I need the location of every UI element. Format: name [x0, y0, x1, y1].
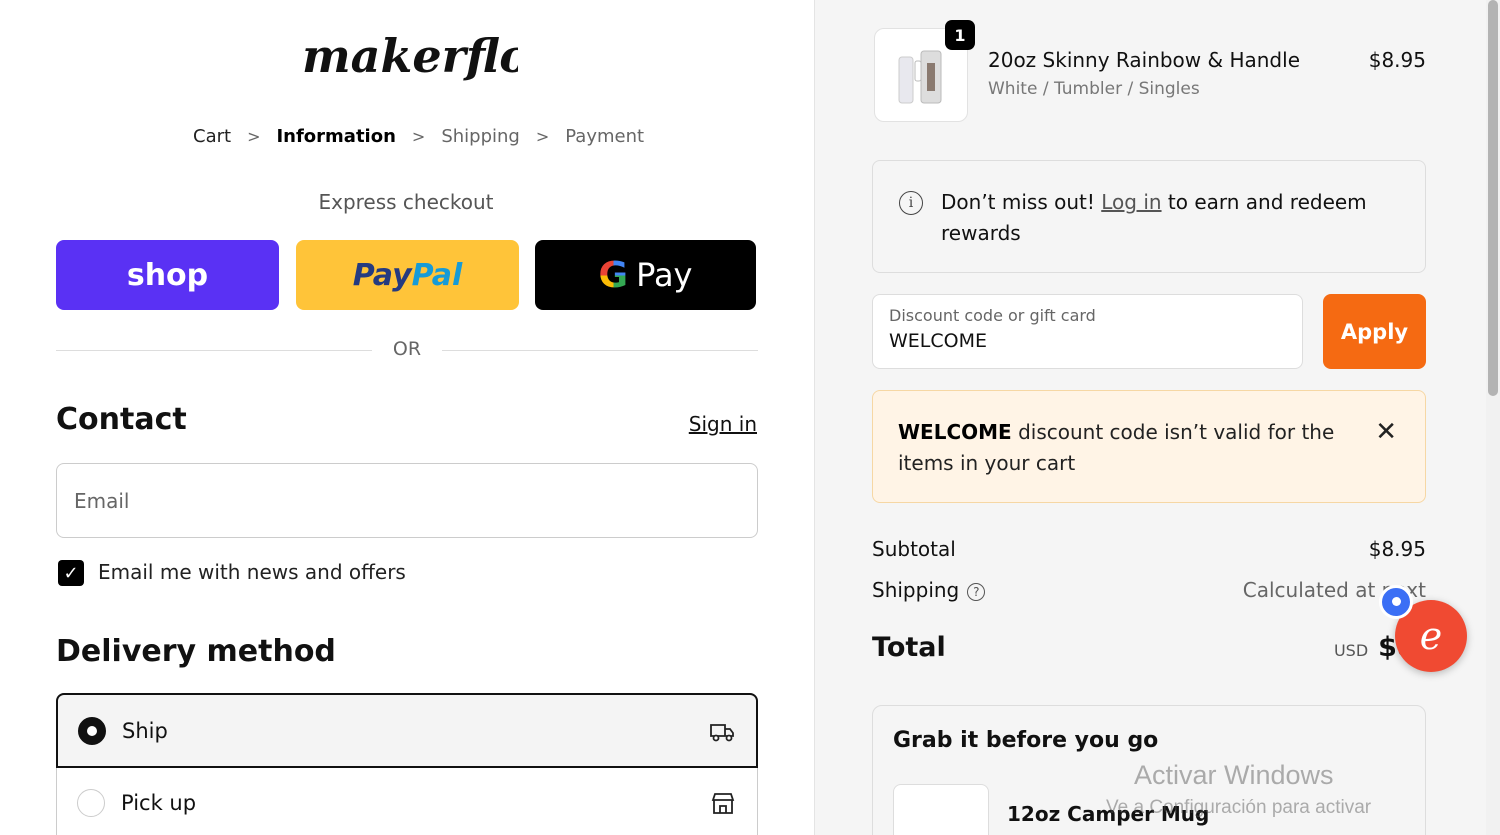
rewards-notice: i Don’t miss out! Log in to earn and red…: [872, 160, 1426, 273]
discount-value[interactable]: WELCOME: [889, 330, 1286, 352]
sign-in-link[interactable]: Sign in: [689, 412, 757, 436]
total-currency: USD: [1333, 641, 1369, 660]
subtotal-value: $8.95: [1368, 537, 1426, 561]
chevron-right-icon: >: [411, 126, 426, 146]
product-name: 20oz Skinny Rainbow & Handle: [988, 48, 1300, 72]
breadcrumb-cart[interactable]: Cart: [193, 126, 231, 147]
product-variant: White / Tumbler / Singles: [988, 79, 1200, 99]
discount-placeholder: Discount code or gift card: [889, 306, 1096, 325]
divider-line: [56, 350, 372, 351]
paypal-button[interactable]: Pay Pal: [296, 240, 519, 310]
shop-pay-button[interactable]: shop: [56, 240, 279, 310]
discount-error-banner: WELCOME discount code isn’t valid for th…: [872, 390, 1426, 503]
delivery-method-heading: Delivery method: [56, 634, 336, 669]
pickup-radio[interactable]: [77, 788, 105, 817]
shipping-row: Shipping? Calculated at next: [872, 578, 1426, 602]
breadcrumb-shipping: Shipping: [441, 125, 520, 147]
checkout-form-panel: makerflo Cart > Information > Shipping >…: [0, 0, 814, 835]
quantity-badge: 1: [945, 20, 975, 50]
store-icon: [711, 792, 735, 814]
breadcrumb-information: Information: [276, 125, 396, 147]
shop-pay-logo: shop: [126, 257, 209, 293]
svg-text:makerflo: makerflo: [302, 29, 518, 83]
breadcrumb-payment: Payment: [565, 125, 645, 147]
or-divider: OR: [56, 338, 758, 362]
ship-label: Ship: [122, 718, 168, 743]
newsletter-checkbox[interactable]: ✓: [58, 560, 84, 586]
help-icon[interactable]: ?: [967, 582, 986, 601]
error-code: WELCOME: [898, 420, 1012, 444]
shipping-label: Shipping: [872, 578, 960, 602]
watermark-line1: Activar Windows: [1134, 760, 1334, 790]
total-row: Total USD$8.: [872, 632, 1426, 663]
subtotal-label: Subtotal: [872, 537, 956, 561]
subtotal-row: Subtotal $8.95: [872, 537, 1426, 561]
delivery-option-pickup[interactable]: Pick up: [56, 768, 758, 835]
breadcrumb: Cart > Information > Shipping > Payment: [193, 124, 644, 148]
page-scrollbar[interactable]: [1486, 0, 1500, 835]
upsell-product-thumbnail[interactable]: [893, 784, 989, 835]
or-text: OR: [392, 338, 422, 360]
paypal-logo-part1: Pay: [352, 257, 412, 293]
info-icon: i: [899, 191, 923, 215]
ship-radio[interactable]: [78, 716, 106, 745]
express-checkout-label: Express checkout: [318, 190, 494, 214]
pickup-label: Pick up: [121, 790, 197, 815]
paypal-logo-part2: Pal: [411, 257, 463, 293]
discount-code-field[interactable]: Discount code or gift card WELCOME: [872, 294, 1303, 369]
product-price: $8.95: [1368, 48, 1426, 72]
scrollbar-thumb[interactable]: [1488, 0, 1498, 396]
chevron-right-icon: >: [535, 126, 550, 146]
google-pay-label: Pay: [636, 256, 693, 294]
email-field[interactable]: [56, 463, 758, 538]
total-label: Total: [872, 632, 946, 663]
chevron-right-icon: >: [247, 126, 261, 146]
order-summary-panel: 1 20oz Skinny Rainbow & Handle White / T…: [814, 0, 1500, 835]
rewards-text-prefix: Don’t miss out!: [941, 190, 1102, 214]
windows-activation-watermark: Activar Windows Ve a Configuración para …: [1106, 760, 1371, 819]
close-icon[interactable]: ✕: [1375, 417, 1397, 448]
apply-button[interactable]: Apply: [1323, 294, 1426, 369]
google-pay-button[interactable]: G Pay: [535, 240, 756, 310]
upsell-title: Grab it before you go: [893, 728, 1159, 753]
divider-line: [442, 350, 758, 351]
contact-heading: Contact: [56, 402, 187, 437]
newsletter-label[interactable]: Email me with news and offers: [98, 560, 406, 584]
log-in-link[interactable]: Log in: [1101, 190, 1161, 214]
notification-badge-icon: [1379, 585, 1413, 619]
delivery-option-ship[interactable]: Ship: [56, 693, 758, 768]
google-g-icon: G: [598, 254, 629, 296]
truck-icon: [710, 723, 734, 741]
watermark-line2: Ve a Configuración para activar: [1106, 797, 1372, 818]
makerflo-logo[interactable]: makerflo: [296, 22, 518, 98]
